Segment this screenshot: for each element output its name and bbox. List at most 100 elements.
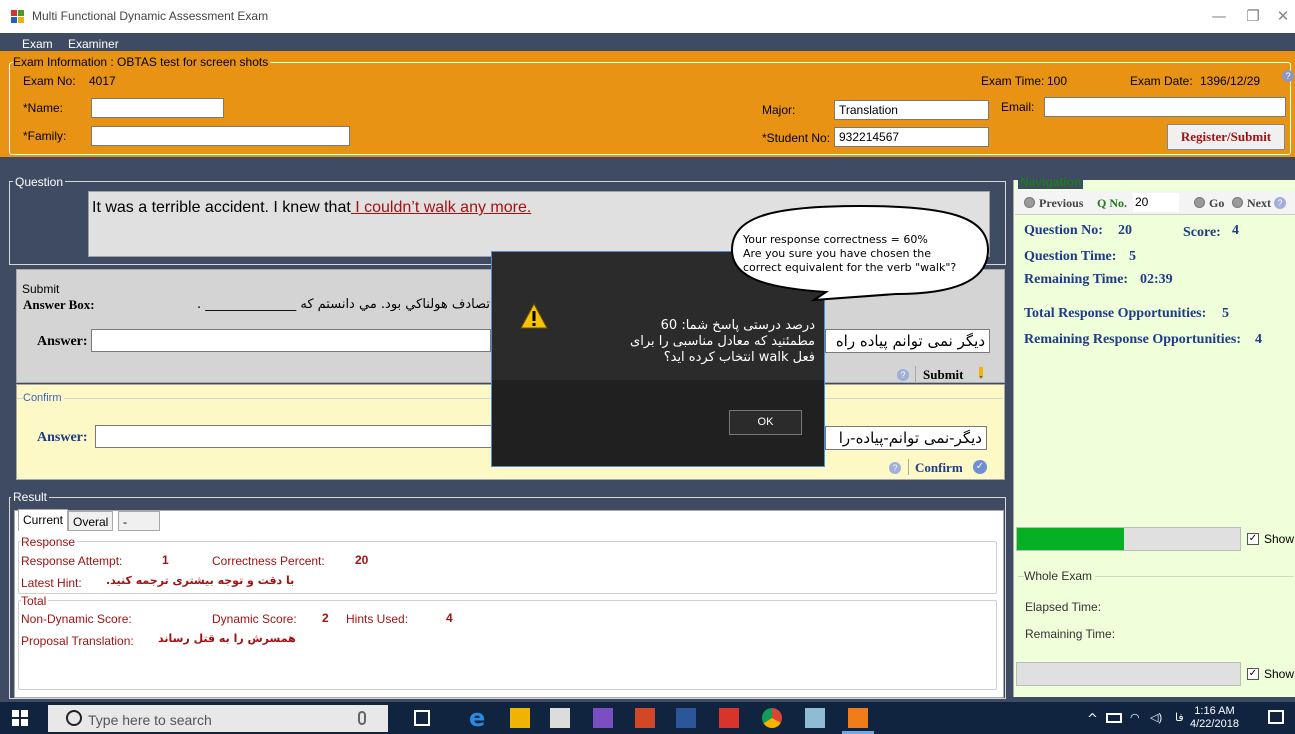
family-input[interactable]: [91, 126, 350, 146]
battery-icon[interactable]: [1106, 713, 1122, 723]
minimize-button[interactable]: —: [1204, 4, 1234, 28]
clock-time: 1:16 AM: [1194, 705, 1235, 717]
question-time-value: 5: [1129, 249, 1136, 264]
tab-overal[interactable]: Overal: [68, 511, 114, 531]
email-input[interactable]: [1044, 97, 1286, 117]
cortana-icon: [66, 710, 82, 726]
navigation-help-icon[interactable]: ?: [1274, 197, 1286, 209]
go-icon: [1194, 197, 1205, 208]
hint-bubble-text: Your response correctness = 60% Are you …: [743, 233, 983, 275]
app-icon: [11, 10, 25, 23]
edge-icon[interactable]: e: [469, 706, 489, 730]
clock-date: 4/22/2018: [1190, 718, 1239, 730]
remaining-time-value: 02:39: [1140, 272, 1173, 287]
chrome-icon[interactable]: [762, 708, 782, 728]
proposal-value: همسرش را به قتل رساند: [158, 632, 296, 645]
submit-group-title: Submit: [22, 282, 60, 296]
confirm-answer-rtl[interactable]: دیگر-نمی توانم-پیاده-را: [825, 426, 987, 450]
close-button[interactable]: ✕: [1268, 4, 1295, 28]
question-no-value: 20: [1118, 223, 1132, 238]
task-view-icon[interactable]: [414, 710, 430, 726]
name-label: *Name:: [23, 101, 64, 115]
question-progress-fill: [1017, 528, 1124, 550]
ok-button[interactable]: OK: [729, 410, 802, 435]
question-no-label: Question No:: [1024, 223, 1103, 238]
go-button[interactable]: Go: [1209, 196, 1224, 211]
submit-answer-rtl[interactable]: دیگر نمی توانم پیاده راه: [825, 329, 990, 353]
exam-no-label: Exam No:: [23, 74, 76, 88]
submit-answer-input[interactable]: [91, 329, 491, 352]
help-icon[interactable]: ?: [1282, 70, 1294, 82]
result-group-title: Result: [11, 490, 50, 504]
confirm-group-title: Confirm: [23, 392, 64, 404]
tab-dash[interactable]: -: [118, 511, 160, 531]
wifi-icon[interactable]: ◠: [1130, 711, 1140, 724]
exam-date-value: 1396/12/29: [1200, 74, 1261, 88]
exam-app-icon[interactable]: [848, 708, 868, 728]
proposal-label: Proposal Translation:: [21, 634, 134, 648]
whole-remaining-label: Remaining Time:: [1025, 627, 1116, 641]
major-input[interactable]: Translation: [834, 100, 989, 120]
visual-studio-icon[interactable]: [593, 708, 613, 728]
menu-exam[interactable]: Exam: [22, 37, 53, 51]
confirm-check-icon: ✓: [973, 460, 987, 474]
notification-icon[interactable]: [1268, 710, 1284, 724]
submit-help-icon[interactable]: ?: [897, 369, 909, 381]
powerpoint-icon[interactable]: [635, 708, 655, 728]
menu-bar: [0, 33, 1295, 51]
tab-current[interactable]: Current: [18, 509, 69, 531]
tray-chevron-icon[interactable]: ^: [1087, 712, 1098, 727]
latest-hint-value: با دقت و توجه بیشتری ترجمه کنید.: [106, 574, 295, 587]
exam-time-label: Exam Time:: [981, 74, 1045, 88]
next-button[interactable]: Next: [1247, 196, 1271, 211]
hints-used-value: 4: [446, 611, 453, 625]
question-time-label: Question Time:: [1024, 249, 1117, 264]
confirm-answer-input[interactable]: [95, 425, 493, 448]
volume-icon[interactable]: ◁): [1150, 711, 1162, 724]
restore-button[interactable]: ❐: [1238, 4, 1268, 28]
microphone-icon[interactable]: [358, 711, 366, 725]
response-attempt-label: Response Attempt:: [21, 554, 123, 568]
language-indicator[interactable]: فا: [1175, 711, 1184, 724]
submit-button[interactable]: Submit: [923, 367, 963, 383]
confirm-separator: [908, 459, 909, 475]
word-icon[interactable]: [676, 708, 696, 728]
file-explorer-icon[interactable]: [510, 708, 530, 728]
submit-pencil-icon: [976, 366, 984, 380]
dialog-line-2: مطمئنید که معادل مناسبی را برای: [630, 334, 815, 349]
exam-date-label: Exam Date:: [1130, 74, 1193, 88]
dialog-message: درصد درستی پاسخ شما: 60 مطمئنید که معادل…: [545, 318, 815, 366]
window-title: Multi Functional Dynamic Assessment Exam: [32, 9, 269, 23]
confirm-button[interactable]: Confirm: [915, 460, 963, 476]
student-no-label: *Student No:: [762, 131, 831, 145]
tools-icon[interactable]: [805, 708, 825, 728]
remaining-ops-label: Remaining Response Opportunities:: [1024, 332, 1242, 347]
remaining-time-label: Remaining Time:: [1024, 272, 1129, 287]
taskbar-clock[interactable]: 1:16 AM 4/22/2018: [1190, 705, 1239, 731]
previous-button[interactable]: Previous: [1039, 196, 1083, 211]
windows-start-icon[interactable]: [12, 710, 28, 729]
response-attempt-value: 1: [162, 553, 169, 567]
show-checkbox-2[interactable]: ✓: [1247, 668, 1259, 680]
bubble-line-2: Are you sure you have chosen the: [743, 247, 931, 260]
answer-box-text: تصادف هولناكي بود. مي دانستم كه ________…: [196, 297, 490, 312]
store-icon[interactable]: [550, 708, 570, 728]
elapsed-time-label: Elapsed Time:: [1025, 600, 1102, 614]
menu-examiner[interactable]: Examiner: [68, 37, 119, 51]
show-checkbox[interactable]: ✓: [1247, 533, 1259, 545]
show-label-2: Show: [1264, 667, 1295, 681]
question-text: It was a terrible accident. I knew that …: [92, 199, 531, 217]
warning-icon: [520, 302, 548, 332]
confirm-help-icon[interactable]: ?: [889, 462, 901, 474]
total-title: Total: [21, 594, 49, 608]
name-input[interactable]: [91, 98, 224, 118]
qno-input[interactable]: 20: [1133, 193, 1179, 212]
next-icon: [1232, 197, 1243, 208]
question-underlined: I couldn’t walk any more.: [350, 199, 532, 216]
score-label: Score:: [1183, 225, 1221, 240]
register-submit-button[interactable]: Register/Submit: [1167, 124, 1285, 150]
latest-hint-label: Latest Hint:: [21, 576, 82, 590]
student-no-input[interactable]: 932214567: [834, 127, 989, 147]
acrobat-icon[interactable]: [719, 708, 739, 728]
correctness-value: 20: [355, 553, 369, 567]
